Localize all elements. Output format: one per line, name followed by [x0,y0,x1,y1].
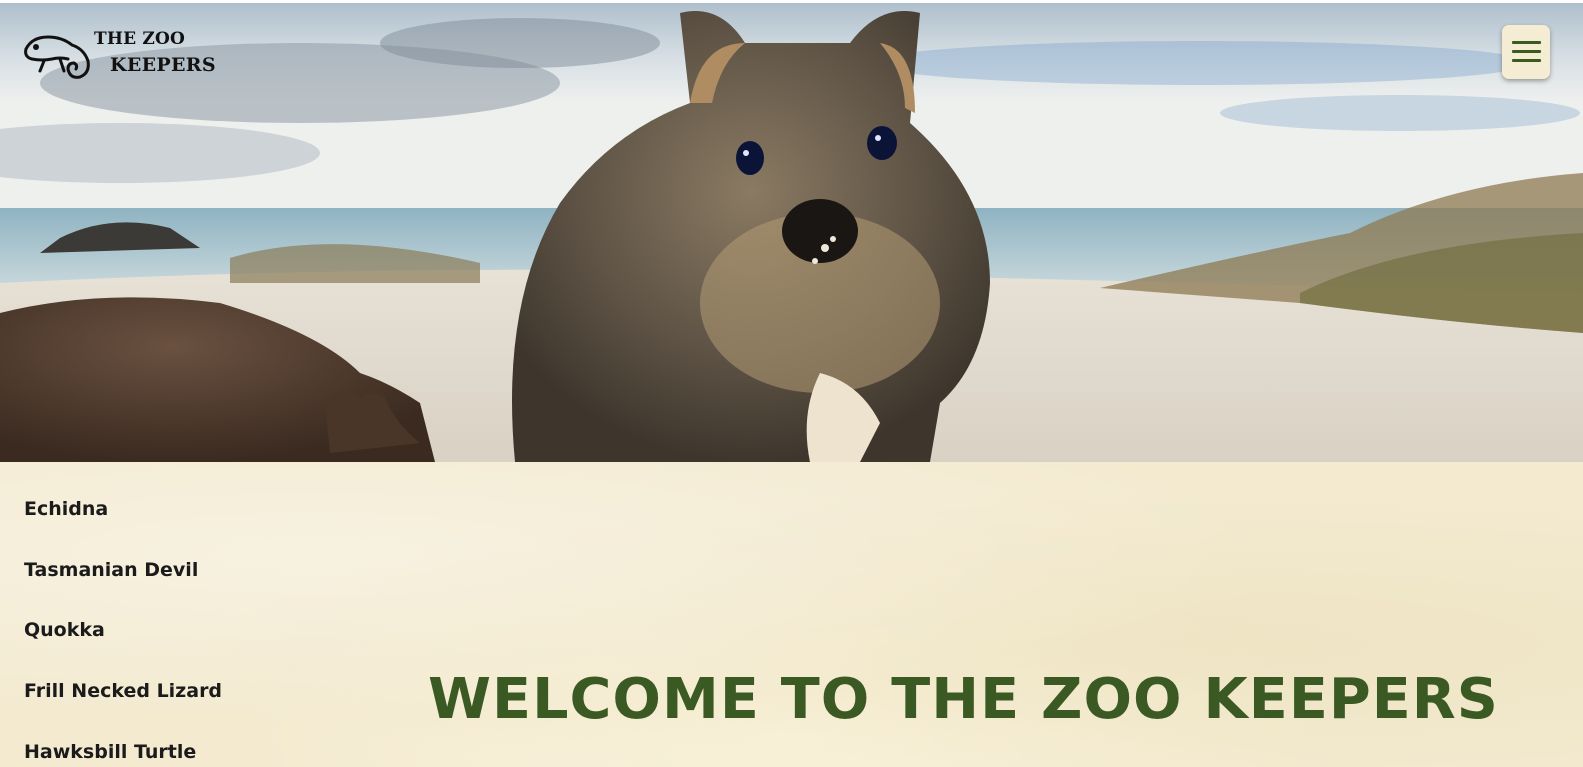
sidebar-item-echidna[interactable]: Echidna [24,498,108,520]
sidebar-item-quokka[interactable]: Quokka [24,619,105,641]
hero-banner: THE ZOO KEEPERS [0,3,1583,462]
logo-text-line1: THE ZOO [94,29,186,49]
site-logo[interactable]: THE ZOO KEEPERS [22,29,222,91]
main-content: Echidna Tasmanian Devil Quokka Frill Nec… [0,462,1583,767]
hamburger-menu-button[interactable] [1502,25,1550,79]
page-title: WELCOME TO THE ZOO KEEPERS [428,667,1499,732]
hero-photo [0,3,1583,462]
sidebar-item-frill-necked-lizard[interactable]: Frill Necked Lizard [24,680,222,702]
sidebar-item-tasmanian-devil[interactable]: Tasmanian Devil [24,559,198,581]
sidebar-item-hawksbill-turtle[interactable]: Hawksbill Turtle [24,741,196,763]
hamburger-menu-icon [1512,41,1541,44]
hamburger-menu-icon-bar [1512,50,1541,53]
chameleon-icon [24,35,90,79]
logo-text-line2: KEEPERS [110,54,216,76]
hamburger-menu-icon-bar [1512,59,1541,62]
